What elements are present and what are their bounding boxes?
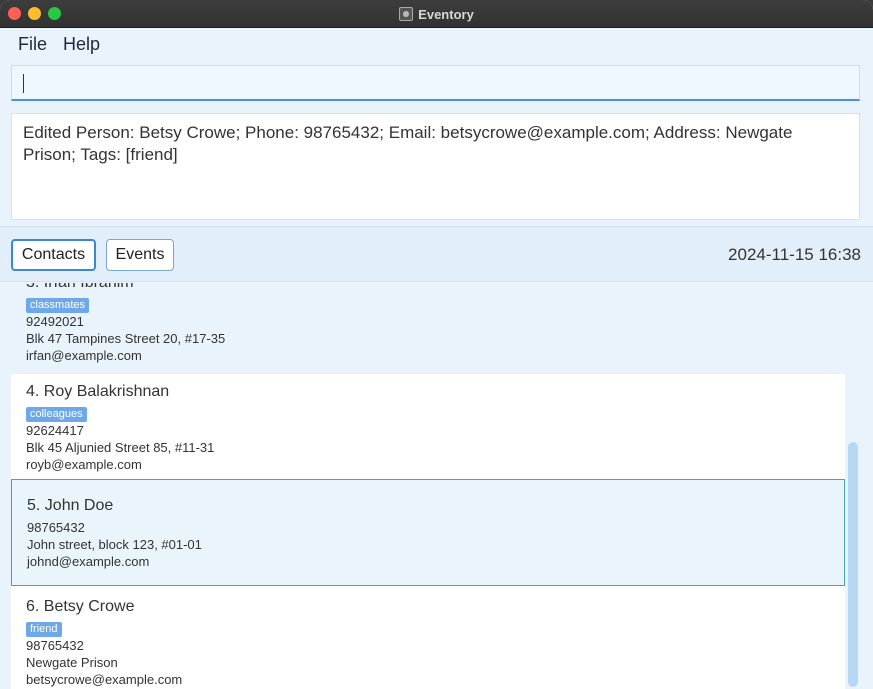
- title-bar: Eventory: [0, 0, 873, 28]
- window-title: Eventory: [418, 6, 474, 22]
- contact-name: 3. Irfan Ibrahim: [26, 283, 845, 293]
- contact-tag: classmates: [26, 298, 90, 313]
- contact-card[interactable]: 3. Irfan Ibrahim classmates 92492021 Blk…: [11, 283, 845, 374]
- menu-file[interactable]: File: [10, 34, 55, 55]
- contact-phone: 92624417: [26, 423, 84, 438]
- contact-address: Blk 47 Tampines Street 20, #17-35: [26, 331, 226, 346]
- contacts-tab-button[interactable]: Contacts: [11, 239, 96, 271]
- text-caret: [23, 74, 24, 93]
- app-window: Eventory File Help Edited Person: Betsy …: [0, 0, 873, 689]
- menu-help[interactable]: Help: [55, 34, 108, 55]
- view-toolbar: Contacts Events 2024-11-15 16:38: [0, 226, 873, 282]
- contact-card-selected[interactable]: 5. John Doe 98765432 John street, block …: [11, 479, 845, 586]
- scrollbar-thumb[interactable]: [848, 442, 858, 687]
- contact-email: johnd@example.com: [27, 554, 150, 569]
- result-display[interactable]: Edited Person: Betsy Crowe; Phone: 98765…: [11, 113, 860, 220]
- result-area: Edited Person: Betsy Crowe; Phone: 98765…: [0, 106, 873, 226]
- contact-address: Blk 45 Aljunied Street 85, #11-31: [26, 440, 215, 455]
- contact-email: betsycrowe@example.com: [26, 672, 183, 687]
- contact-address: Newgate Prison: [26, 655, 118, 670]
- contact-phone: 92492021: [26, 314, 84, 329]
- contact-email: irfan@example.com: [26, 348, 142, 363]
- contact-tag: friend: [26, 622, 62, 637]
- current-datetime: 2024-11-15 16:38: [728, 245, 861, 264]
- contact-name: 6. Betsy Crowe: [26, 598, 135, 615]
- contact-phone: 98765432: [27, 520, 85, 535]
- contact-address: John street, block 123, #01-01: [27, 537, 202, 552]
- contact-tag: colleagues: [26, 407, 87, 422]
- app-icon: [399, 7, 414, 21]
- contact-name: 5. John Doe: [27, 497, 114, 514]
- events-tab-button[interactable]: Events: [106, 239, 174, 271]
- menu-bar: File Help: [0, 28, 873, 60]
- contact-phone: 98765432: [26, 638, 84, 653]
- command-input[interactable]: [11, 65, 860, 101]
- contact-email: royb@example.com: [26, 457, 142, 472]
- contact-card[interactable]: 6. Betsy Crowe friend 98765432 Newgate P…: [11, 586, 845, 689]
- command-area: [0, 60, 873, 106]
- contact-card[interactable]: 4. Roy Balakrishnan colleagues 92624417 …: [11, 374, 845, 479]
- contact-list[interactable]: 3. Irfan Ibrahim classmates 92492021 Blk…: [0, 283, 873, 689]
- contact-name: 4. Roy Balakrishnan: [26, 383, 170, 400]
- window-title-group: Eventory: [0, 0, 873, 28]
